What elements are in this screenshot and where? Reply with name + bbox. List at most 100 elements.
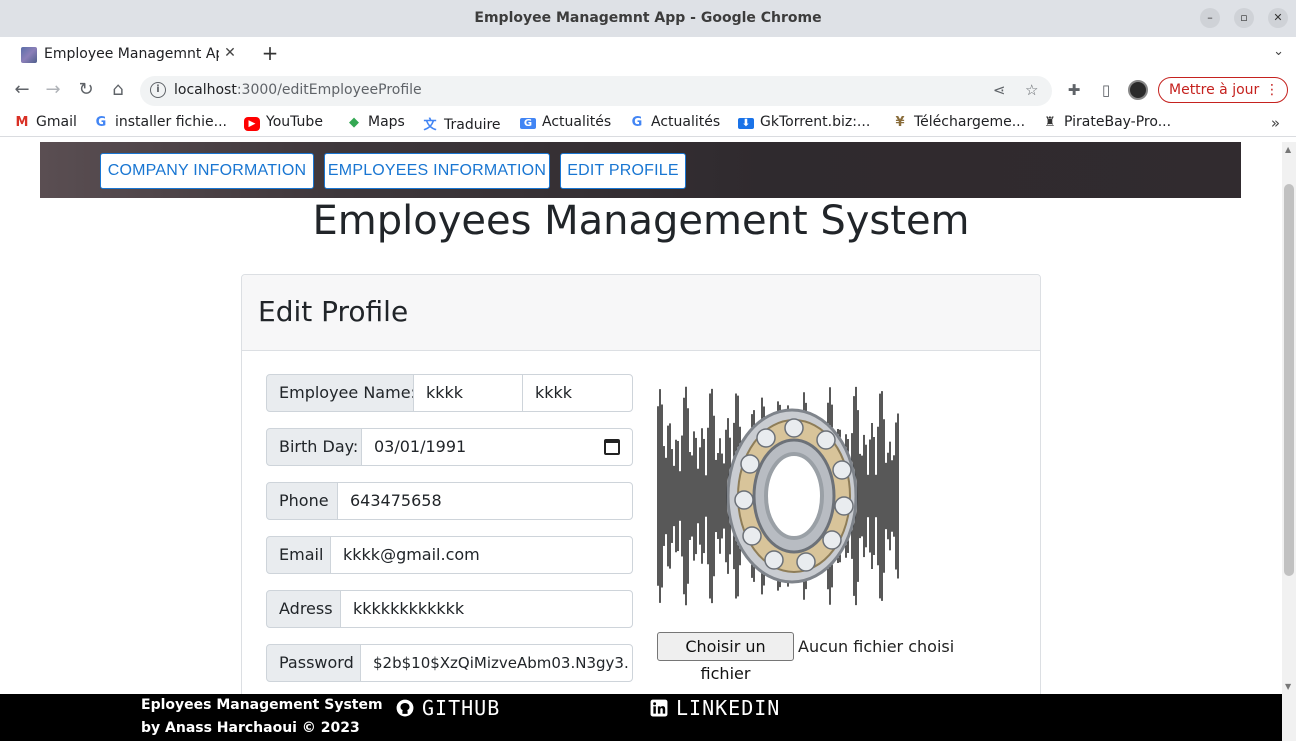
scrollbar-thumb[interactable] xyxy=(1284,184,1294,576)
email-input[interactable]: kkkk@gmail.com xyxy=(330,536,633,574)
edit-profile-button[interactable]: EDIT PROFILE xyxy=(560,153,686,189)
footer-app-name: Eployees Management System xyxy=(141,697,383,713)
tab-search-chevron-icon[interactable]: ⌄ xyxy=(1273,44,1284,59)
bookmark-label: PirateBay-Pro... xyxy=(1064,114,1172,130)
choose-file-button[interactable]: Choisir un fichier xyxy=(657,632,794,683)
menu-dots-icon: ⋮ xyxy=(1265,82,1279,98)
github-icon xyxy=(396,699,414,717)
card-header: Edit Profile xyxy=(242,275,1040,351)
back-icon[interactable]: ← xyxy=(12,80,32,100)
footer-copyright: by Anass Harchaoui © 2023 xyxy=(141,720,360,736)
bookmark-installer[interactable]: Ginstaller fichie... xyxy=(93,114,227,130)
card-title: Edit Profile xyxy=(258,295,409,328)
bookmark-label: Gmail xyxy=(36,114,77,130)
new-tab-button[interactable]: + xyxy=(259,42,281,64)
site-info-icon[interactable]: i xyxy=(150,82,166,98)
url-text[interactable]: localhost:3000/editEmployeeProfile xyxy=(174,82,422,98)
scrollbar-corner xyxy=(1282,694,1296,741)
google-icon: G xyxy=(631,115,643,130)
favicon-icon xyxy=(21,47,37,63)
address-bar[interactable]: i localhost:3000/editEmployeeProfile ⋖ ☆ xyxy=(140,76,1052,106)
window-title: Employee Managemnt App - Google Chrome xyxy=(474,10,822,26)
extensions-icon[interactable]: ✚ xyxy=(1064,80,1084,100)
browser-toolbar: ← → ↻ ⌂ i localhost:3000/editEmployeePro… xyxy=(0,71,1296,109)
linkedin-icon xyxy=(650,699,668,717)
bookmark-label: GkTorrent.biz:... xyxy=(760,114,871,130)
first-name-input[interactable]: kkkk xyxy=(413,374,523,412)
url-host: localhost xyxy=(174,82,237,98)
bookmark-youtube[interactable]: ▶ YouTube xyxy=(244,114,323,131)
employee-name-label: Employee Name: xyxy=(266,374,416,412)
company-information-button[interactable]: COMPANY INFORMATION xyxy=(100,153,314,189)
bookmark-piratebay[interactable]: ♜ PirateBay-Pro... xyxy=(1042,114,1171,130)
window-titlebar: Employee Managemnt App - Google Chrome –… xyxy=(0,0,1296,37)
news-icon: G xyxy=(520,118,536,129)
bookmark-label: Téléchargeme... xyxy=(914,114,1026,130)
tab-close-icon[interactable]: ✕ xyxy=(221,44,239,62)
home-icon[interactable]: ⌂ xyxy=(108,80,128,100)
github-link[interactable]: GITHUB xyxy=(396,696,500,720)
forward-icon[interactable]: → xyxy=(43,80,63,100)
youtube-icon: ▶ xyxy=(244,117,260,131)
profile-avatar[interactable] xyxy=(1128,80,1148,100)
update-button[interactable]: Mettre à jour ⋮ xyxy=(1158,77,1288,103)
phone-input[interactable]: 643475658 xyxy=(337,482,633,520)
side-panel-icon[interactable]: ▯ xyxy=(1096,80,1116,100)
browser-tab[interactable]: Employee Managemnt App ✕ xyxy=(9,37,247,71)
bookmark-telechargement[interactable]: ¥ Téléchargeme... xyxy=(892,114,1025,130)
bookmark-label: installer fichie... xyxy=(115,114,227,130)
google-icon: G xyxy=(95,115,107,130)
download-icon: ⬇ xyxy=(738,118,754,129)
calendar-icon[interactable] xyxy=(604,439,620,455)
app-navbar: COMPANY INFORMATION EMPLOYEES INFORMATIO… xyxy=(40,142,1241,198)
bookmark-traduire[interactable]: 文 Traduire xyxy=(422,114,501,133)
update-label: Mettre à jour xyxy=(1169,82,1260,98)
bookmarks-bar: M Gmail Ginstaller fichie... ▶ YouTube ◆ Ma… xyxy=(0,109,1296,137)
bookmark-label: Actualités xyxy=(542,114,612,130)
page-scrollbar[interactable]: ▲ ▼ xyxy=(1282,142,1296,694)
linkedin-link[interactable]: LINKEDIN xyxy=(650,696,780,720)
bookmark-star-icon[interactable]: ☆ xyxy=(1025,81,1038,99)
maps-icon: ◆ xyxy=(349,115,359,130)
address-input[interactable]: kkkkkkkkkkkk xyxy=(340,590,633,628)
page-footer: Eployees Management System by Anass Harc… xyxy=(0,694,1282,741)
last-name-input[interactable]: kkkk xyxy=(522,374,633,412)
bookmark-label: Traduire xyxy=(444,117,501,133)
url-path: :3000/editEmployeeProfile xyxy=(236,82,422,98)
bookmark-label: Actualités xyxy=(651,114,721,130)
email-label: Email xyxy=(266,536,331,574)
scroll-up-icon[interactable]: ▲ xyxy=(1285,145,1291,154)
github-label: GITHUB xyxy=(422,696,501,720)
bookmark-label: Maps xyxy=(368,114,405,130)
pirate-icon: ♜ xyxy=(1044,115,1056,130)
birth-day-value: 03/01/1991 xyxy=(374,437,467,456)
phone-label: Phone xyxy=(266,482,338,520)
more-bookmarks-icon[interactable]: » xyxy=(1271,114,1280,132)
password-input[interactable]: $2b$10$XzQiMizveAbm03.N3gy3. xyxy=(360,644,633,682)
page-title: Employees Management System xyxy=(312,198,970,244)
download-icon: ¥ xyxy=(895,115,905,130)
translate-icon: 文 xyxy=(423,118,437,133)
bookmark-gktorrent[interactable]: ⬇ GkTorrent.biz:... xyxy=(738,114,870,130)
bookmark-maps[interactable]: ◆ Maps xyxy=(346,114,405,130)
minimize-button[interactable]: – xyxy=(1200,8,1220,28)
page-viewport: COMPANY INFORMATION EMPLOYEES INFORMATIO… xyxy=(0,142,1282,694)
edit-profile-card: Edit Profile Employee Name: kkkk kkkk Bi… xyxy=(241,274,1041,694)
employees-information-button[interactable]: EMPLOYEES INFORMATION xyxy=(324,153,550,189)
bookmark-label: YouTube xyxy=(266,114,323,130)
profile-photo xyxy=(656,378,899,614)
file-status-text: Aucun fichier choisi xyxy=(798,637,955,656)
address-label: Adress xyxy=(266,590,341,628)
close-window-button[interactable]: ✕ xyxy=(1268,8,1288,28)
reload-icon[interactable]: ↻ xyxy=(76,80,96,100)
bookmark-gmail[interactable]: M Gmail xyxy=(14,114,77,130)
gmail-icon: M xyxy=(15,115,29,130)
birth-day-input[interactable]: 03/01/1991 xyxy=(361,428,633,466)
bookmark-actualites-2[interactable]: G Actualités xyxy=(629,114,721,130)
bookmark-actualites-1[interactable]: G Actualités xyxy=(520,114,611,130)
share-icon[interactable]: ⋖ xyxy=(993,81,1006,99)
scroll-down-icon[interactable]: ▼ xyxy=(1285,682,1291,691)
linkedin-label: LINKEDIN xyxy=(676,696,781,720)
restore-button[interactable]: ▫ xyxy=(1234,8,1254,28)
password-label: Password xyxy=(266,644,361,682)
